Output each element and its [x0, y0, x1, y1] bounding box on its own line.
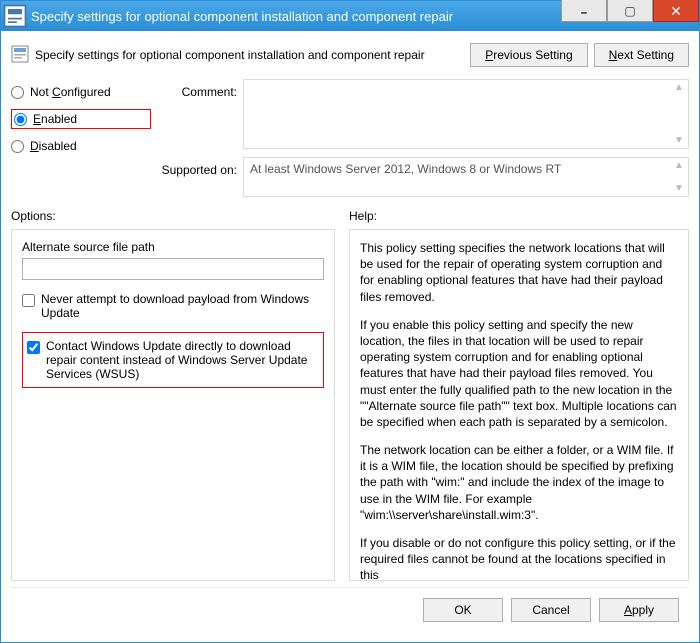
help-label: Help: — [349, 209, 377, 223]
close-button[interactable] — [653, 0, 699, 22]
alt-path-label: Alternate source file path — [22, 240, 324, 254]
scroll-arrows-icon: ▲▼ — [672, 160, 686, 194]
previous-setting-button[interactable]: Previous Setting — [470, 43, 587, 67]
maximize-button[interactable] — [607, 0, 653, 22]
radio-not-configured-input[interactable] — [11, 86, 24, 99]
never-download-checkbox[interactable] — [22, 294, 35, 307]
options-panel: Alternate source file path Never attempt… — [11, 229, 335, 581]
radio-disabled-input[interactable] — [11, 140, 24, 153]
radio-enabled-label: Enabled — [33, 112, 77, 126]
policy-icon — [11, 45, 29, 66]
radio-not-configured[interactable]: Not Configured — [11, 85, 151, 99]
help-paragraph: If you disable or do not configure this … — [360, 535, 678, 581]
header-row: Specify settings for optional component … — [11, 39, 689, 73]
minimize-button[interactable] — [561, 0, 607, 22]
titlebar[interactable]: Specify settings for optional component … — [1, 1, 699, 31]
contact-wu-checkbox[interactable] — [27, 341, 40, 354]
state-radio-group: Not Configured Enabled Disabled — [11, 79, 151, 153]
radio-enabled[interactable]: Enabled — [14, 112, 77, 126]
options-label: Options: — [11, 209, 335, 223]
radio-disabled[interactable]: Disabled — [11, 139, 151, 153]
comment-label: Comment: — [157, 79, 237, 99]
supported-on-text: At least Windows Server 2012, Windows 8 … — [250, 162, 561, 176]
contact-wu-label: Contact Windows Update directly to downl… — [46, 339, 317, 381]
help-paragraph: This policy setting specifies the networ… — [360, 240, 678, 305]
apply-button[interactable]: Apply — [599, 598, 679, 622]
ok-button[interactable]: OK — [423, 598, 503, 622]
help-paragraph: The network location can be either a fol… — [360, 442, 678, 523]
radio-not-configured-label: Not Configured — [30, 85, 111, 99]
supported-on-label: Supported on: — [157, 157, 237, 177]
radio-enabled-input[interactable] — [14, 113, 27, 126]
never-download-row[interactable]: Never attempt to download payload from W… — [22, 292, 324, 320]
contact-wu-highlight: Contact Windows Update directly to downl… — [22, 332, 324, 388]
help-paragraph: If you enable this policy setting and sp… — [360, 317, 678, 430]
never-download-label: Never attempt to download payload from W… — [41, 292, 324, 320]
help-panel[interactable]: This policy setting specifies the networ… — [349, 229, 689, 581]
radio-enabled-highlight: Enabled — [11, 109, 151, 129]
window-frame: Specify settings for optional component … — [0, 0, 700, 643]
scroll-arrows-icon: ▲▼ — [672, 82, 686, 146]
window-title: Specify settings for optional component … — [29, 9, 561, 24]
header-description: Specify settings for optional component … — [35, 48, 464, 62]
next-setting-button[interactable]: Next Setting — [594, 43, 689, 67]
footer-buttons: OK Cancel Apply — [11, 587, 689, 632]
comment-textarea[interactable]: ▲▼ — [243, 79, 689, 149]
alt-path-input[interactable] — [22, 258, 324, 280]
radio-disabled-label: Disabled — [30, 139, 77, 153]
contact-wu-row[interactable]: Contact Windows Update directly to downl… — [27, 339, 317, 381]
app-icon — [1, 2, 29, 30]
supported-on-box: At least Windows Server 2012, Windows 8 … — [243, 157, 689, 197]
cancel-button[interactable]: Cancel — [511, 598, 591, 622]
